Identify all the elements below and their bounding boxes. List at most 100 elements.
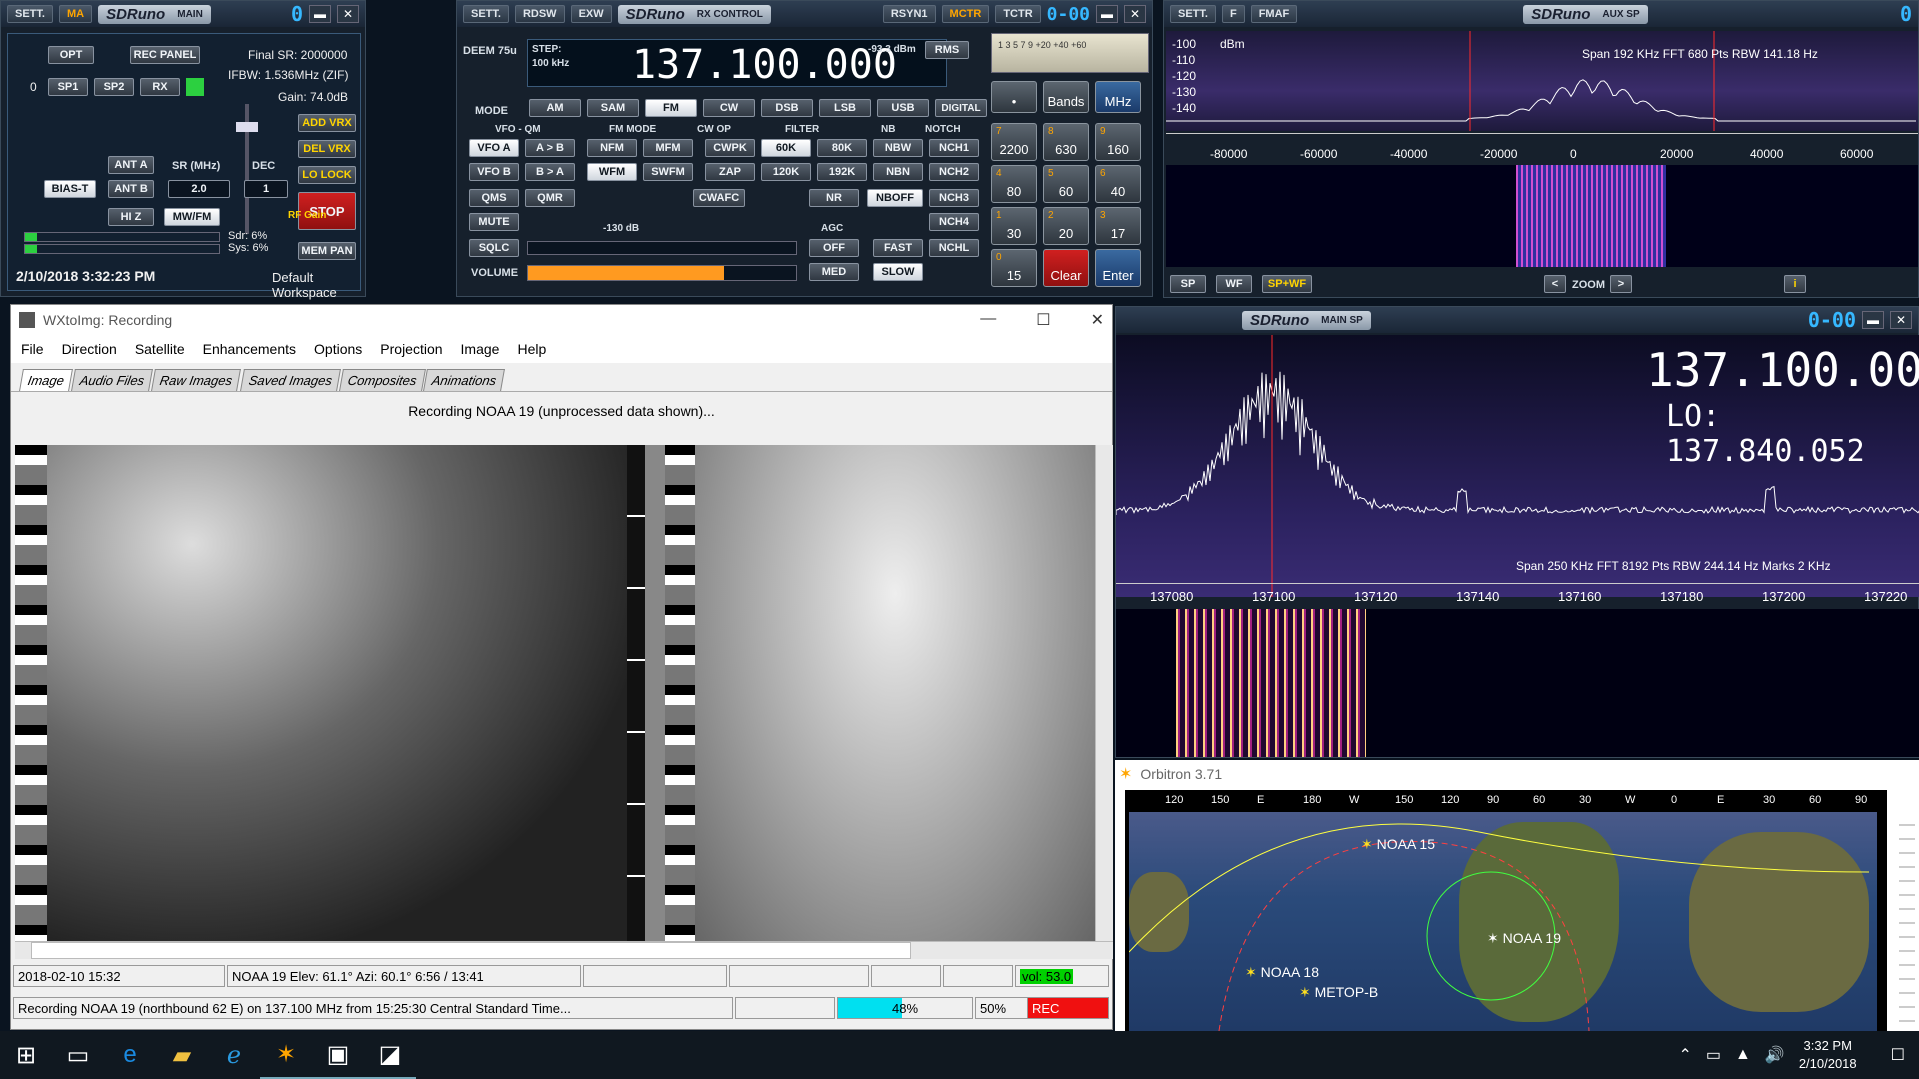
mode-dsb[interactable]: DSB bbox=[761, 99, 813, 117]
nr-button[interactable]: NR bbox=[809, 189, 859, 207]
filter-80k[interactable]: 80K bbox=[817, 139, 867, 157]
band-key-9[interactable]: 0 15 bbox=[991, 249, 1037, 287]
sat-noaa19[interactable]: ✶ NOAA 19 bbox=[1487, 930, 1561, 947]
menu-image[interactable]: Image bbox=[461, 341, 500, 357]
hiz-button[interactable]: HI Z bbox=[108, 208, 154, 226]
mwfm-button[interactable]: MW/FM bbox=[164, 208, 220, 226]
aux-waterfall[interactable] bbox=[1166, 165, 1918, 267]
nch3-button[interactable]: NCH3 bbox=[929, 189, 979, 207]
menu-direction[interactable]: Direction bbox=[62, 341, 117, 357]
main-sett-button[interactable]: SETT. bbox=[7, 5, 53, 23]
edge-icon[interactable]: e bbox=[104, 1031, 156, 1079]
mhz-button[interactable]: MHz bbox=[1095, 81, 1141, 113]
sdruno-task-icon[interactable]: ▣ bbox=[312, 1031, 364, 1079]
aux-sett-button[interactable]: SETT. bbox=[1170, 5, 1216, 23]
cwafc-button[interactable]: CWAFC bbox=[693, 189, 745, 207]
mute-button[interactable]: MUTE bbox=[469, 213, 519, 231]
network-icon[interactable]: ▲ bbox=[1735, 1046, 1751, 1064]
minimize-icon[interactable]: ▬ bbox=[309, 5, 331, 23]
agc-fast-button[interactable]: FAST bbox=[873, 239, 923, 257]
mode-cw[interactable]: CW bbox=[703, 99, 755, 117]
tray-clock[interactable]: 3:32 PM 2/10/2018 bbox=[1799, 1037, 1857, 1073]
rsyn1-button[interactable]: RSYN1 bbox=[883, 5, 936, 23]
minimize-icon[interactable]: ▬ bbox=[1862, 311, 1884, 329]
clear-button[interactable]: Clear bbox=[1043, 249, 1089, 287]
main-waterfall[interactable] bbox=[1116, 609, 1919, 757]
opt-button[interactable]: OPT bbox=[48, 46, 94, 64]
menu-options[interactable]: Options bbox=[314, 341, 362, 357]
menu-enhancements[interactable]: Enhancements bbox=[203, 341, 296, 357]
sp1-button[interactable]: SP1 bbox=[48, 78, 88, 96]
band-key-3[interactable]: 4 80 bbox=[991, 165, 1037, 203]
aux-spwf-button[interactable]: SP+WF bbox=[1262, 275, 1312, 293]
aux-zoom-out[interactable]: < bbox=[1544, 275, 1566, 293]
minimize-icon[interactable]: — bbox=[980, 310, 996, 330]
menu-satellite[interactable]: Satellite bbox=[135, 341, 185, 357]
internet-explorer-icon[interactable]: ℯ bbox=[208, 1031, 260, 1079]
sat-metop-b[interactable]: ✶ METOP-B bbox=[1299, 984, 1378, 1001]
mfm-button[interactable]: MFM bbox=[643, 139, 693, 157]
close-icon[interactable]: ✕ bbox=[337, 5, 359, 23]
bias-t-button[interactable]: BIAS-T bbox=[44, 180, 96, 198]
menu-file[interactable]: File bbox=[21, 341, 44, 357]
nch1-button[interactable]: NCH1 bbox=[929, 139, 979, 157]
wfm-button[interactable]: WFM bbox=[587, 163, 637, 181]
mode-fm[interactable]: FM bbox=[645, 99, 697, 117]
rdsw-button[interactable]: RDSW bbox=[515, 5, 565, 23]
fmaf-button[interactable]: FMAF bbox=[1251, 5, 1298, 23]
mode-sam[interactable]: SAM bbox=[587, 99, 639, 117]
tray-chevron-up-icon[interactable]: ⌃ bbox=[1679, 1045, 1692, 1065]
maximize-icon[interactable]: ☐ bbox=[1036, 310, 1050, 330]
close-icon[interactable]: ✕ bbox=[1890, 311, 1912, 329]
task-view-icon[interactable]: ▭ bbox=[52, 1031, 104, 1079]
notifications-icon[interactable]: ☐ bbox=[1891, 1045, 1905, 1065]
nch2-button[interactable]: NCH2 bbox=[929, 163, 979, 181]
swfm-button[interactable]: SWFM bbox=[643, 163, 693, 181]
nchl-button[interactable]: NCHL bbox=[929, 239, 979, 257]
aux-info-button[interactable]: i bbox=[1784, 275, 1806, 293]
band-key-7[interactable]: 2 20 bbox=[1043, 207, 1089, 245]
mode-usb[interactable]: USB bbox=[877, 99, 929, 117]
nch4-button[interactable]: NCH4 bbox=[929, 213, 979, 231]
rx-sett-button[interactable]: SETT. bbox=[463, 5, 509, 23]
aux-spectrum[interactable] bbox=[1166, 31, 1918, 131]
apt-image[interactable] bbox=[15, 445, 1095, 941]
volume-icon[interactable]: 🔊 bbox=[1765, 1045, 1785, 1065]
del-vrx-button[interactable]: DEL VRX bbox=[298, 140, 356, 158]
add-vrx-button[interactable]: ADD VRX bbox=[298, 114, 356, 132]
exw-button[interactable]: EXW bbox=[571, 5, 612, 23]
qms-button[interactable]: QMS bbox=[469, 189, 519, 207]
menu-help[interactable]: Help bbox=[517, 341, 546, 357]
a-to-b-button[interactable]: A > B bbox=[525, 139, 575, 157]
aux-sp-button[interactable]: SP bbox=[1170, 275, 1206, 293]
band-key-6[interactable]: 1 30 bbox=[991, 207, 1037, 245]
orbitron-checkbox-column[interactable] bbox=[1899, 812, 1915, 1028]
filter-60k[interactable]: 60K bbox=[761, 139, 811, 157]
band-key-2[interactable]: 9 160 bbox=[1095, 123, 1141, 161]
squelch-slider[interactable] bbox=[527, 241, 797, 255]
windows-start-icon[interactable]: ⊞ bbox=[0, 1031, 52, 1079]
tab-audio-files[interactable]: Audio Files bbox=[71, 369, 153, 391]
orbitron-map[interactable]: 120 150 E 180 W 150 120 90 60 30 W 0 E 30 60 90 ✶ NOAA … bbox=[1125, 790, 1887, 1031]
lo-lock-button[interactable]: LO LOCK bbox=[298, 166, 356, 184]
horizontal-scrollbar[interactable] bbox=[15, 941, 1113, 959]
main-ma-button[interactable]: MA bbox=[59, 5, 92, 23]
agc-slow-button[interactable]: SLOW bbox=[873, 263, 923, 281]
tab-image[interactable]: Image bbox=[19, 369, 73, 391]
mode-am[interactable]: AM bbox=[529, 99, 581, 117]
orbitron-task-icon[interactable]: ✶ bbox=[260, 1031, 312, 1079]
agc-off-button[interactable]: OFF bbox=[809, 239, 859, 257]
mode-lsb[interactable]: LSB bbox=[819, 99, 871, 117]
dec-value[interactable]: 1 bbox=[244, 180, 288, 198]
sp2-button[interactable]: SP2 bbox=[94, 78, 134, 96]
aux-f-button[interactable]: F bbox=[1222, 5, 1245, 23]
sat-noaa18[interactable]: ✶ NOAA 18 bbox=[1245, 964, 1319, 981]
vertical-scrollbar[interactable] bbox=[1095, 445, 1113, 941]
ant-b-button[interactable]: ANT B bbox=[108, 180, 154, 198]
vfo-b-button[interactable]: VFO B bbox=[469, 163, 519, 181]
rf-gain-slider-handle[interactable] bbox=[236, 122, 258, 132]
rx-button[interactable]: RX bbox=[140, 78, 180, 96]
sat-noaa15[interactable]: ✶ NOAA 15 bbox=[1361, 836, 1435, 853]
tab-raw-images[interactable]: Raw Images bbox=[152, 369, 242, 391]
mode-digital[interactable]: DIGITAL bbox=[935, 99, 987, 117]
